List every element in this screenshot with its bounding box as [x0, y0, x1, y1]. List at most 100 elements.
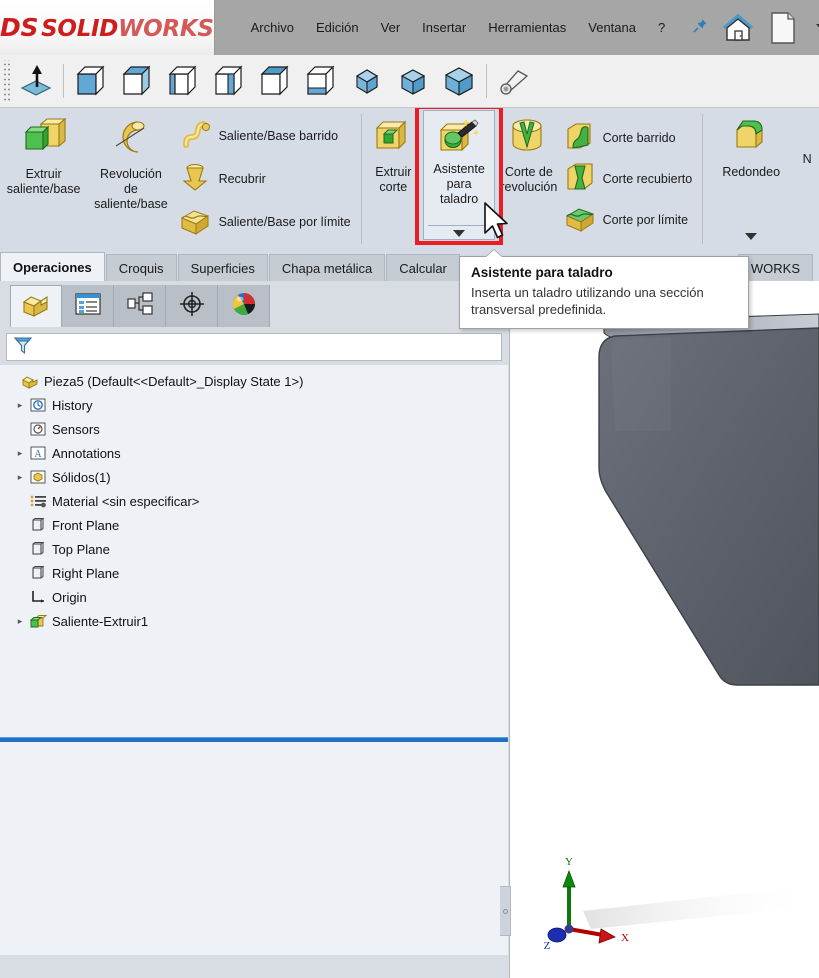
fillet-icon: [728, 116, 774, 161]
view-left-icon[interactable]: [160, 58, 206, 104]
tree-item-label: Right Plane: [52, 565, 120, 581]
tree-twisty[interactable]: ▸: [12, 616, 28, 627]
panel-splitter-handle[interactable]: [500, 886, 511, 936]
lofted-boss-button[interactable]: Recubrir: [175, 158, 357, 201]
tab-calcular[interactable]: Calcular: [386, 254, 460, 281]
tree-item-material[interactable]: Material <sin especificar>: [0, 489, 508, 513]
hole-wizard-dropdown[interactable]: [424, 227, 494, 239]
home-icon[interactable]: [718, 8, 758, 48]
tab-chapa-metalica[interactable]: Chapa metálica: [268, 254, 386, 281]
tree-twisty[interactable]: ▸: [12, 472, 28, 483]
tree-item-sensors[interactable]: Sensors: [0, 417, 508, 441]
tree-item-label: Pieza5 (Default<<Default>_Display State …: [44, 373, 304, 389]
menu-help[interactable]: ?: [657, 18, 666, 37]
fillet-label: Redondeo: [722, 165, 781, 179]
tab-configuration-manager[interactable]: [114, 285, 166, 327]
tab-operaciones-label: Operaciones: [13, 259, 92, 275]
tree-item-top-plane[interactable]: Top Plane: [0, 537, 508, 561]
revolve-boss-label: Revolución de saliente/base: [94, 167, 168, 211]
search-input[interactable]: [33, 339, 501, 355]
extrude-boss-button[interactable]: Extruir saliente/base: [0, 108, 87, 250]
view-trimetric-icon[interactable]: [390, 58, 436, 104]
hole-wizard-label-3: taladro: [439, 192, 479, 206]
tab-display-manager[interactable]: [218, 285, 270, 327]
menu-edicion[interactable]: Edición: [315, 18, 360, 37]
graphics-area[interactable]: Y X Z: [511, 281, 819, 978]
lofted-boss-icon: [178, 161, 212, 198]
tree-item-saliente-extruir1[interactable]: ▸ Saliente-Extruir1: [0, 609, 508, 633]
boundary-cut-icon: [564, 203, 596, 238]
tree-item-label: Material <sin especificar>: [52, 493, 200, 509]
tree-twisty[interactable]: ▸: [12, 400, 28, 411]
swept-cut-icon: [564, 121, 596, 156]
hole-wizard-button[interactable]: Asistente para taladro: [423, 110, 496, 240]
view-iso-icon[interactable]: [344, 58, 390, 104]
tab-croquis[interactable]: Croquis: [105, 254, 177, 281]
rollback-bar[interactable]: [0, 737, 508, 742]
normal-to-icon[interactable]: [13, 58, 59, 104]
pin-icon[interactable]: [692, 18, 708, 38]
tab-dimxpert-manager[interactable]: [166, 285, 218, 327]
menu-ventana[interactable]: Ventana: [587, 18, 637, 37]
boundary-cut-label: Corte por límite: [602, 213, 689, 227]
revolved-cut-button[interactable]: Corte de revolución: [497, 108, 560, 250]
menu-insertar[interactable]: Insertar: [421, 18, 467, 37]
title-bar: DS SOLIDWORKS Archivo Edición Ver Inserta…: [0, 0, 819, 55]
ribbon-separator-1: [360, 114, 362, 244]
boundary-cut-button[interactable]: Corte por límite: [561, 200, 699, 241]
menu-ver[interactable]: Ver: [380, 18, 402, 37]
main-menu: Archivo Edición Ver Insertar Herramienta…: [215, 0, 709, 55]
view-back-icon[interactable]: [114, 58, 160, 104]
plane-icon: [28, 517, 48, 533]
tab-addins-label: WORKS: [750, 260, 800, 276]
boundary-boss-button[interactable]: Saliente/Base por límite: [175, 201, 357, 244]
tree-item-origin[interactable]: Origin: [0, 585, 508, 609]
extruded-cut-label: Extruir corte: [375, 165, 412, 194]
tree-item-solid-bodies[interactable]: ▸ Sólidos(1): [0, 465, 508, 489]
feature-filter-bar[interactable]: [6, 333, 502, 361]
tree-item-right-plane[interactable]: Right Plane: [0, 561, 508, 585]
origin-icon: [28, 589, 48, 605]
swept-cut-button[interactable]: Corte barrido: [561, 118, 699, 159]
new-document-icon[interactable]: [766, 8, 806, 48]
fillet-button[interactable]: Redondeo: [707, 108, 795, 180]
hole-wizard-tooltip: Asistente para taladro Inserta un taladr…: [459, 250, 749, 329]
filter-icon: [13, 335, 33, 360]
logo-ds-mark: DS: [0, 13, 39, 42]
tab-property-manager[interactable]: [62, 285, 114, 327]
toolbar-drag-handle[interactable]: [2, 60, 10, 102]
tab-operaciones[interactable]: Operaciones: [0, 252, 105, 281]
tab-superficies[interactable]: Superficies: [177, 254, 268, 281]
plane-icon: [28, 541, 48, 557]
lofted-cut-label: Corte recubierto: [602, 172, 693, 186]
view-top-icon[interactable]: [252, 58, 298, 104]
swept-boss-button[interactable]: Saliente/Base barrido: [175, 115, 357, 158]
tree-item-history[interactable]: ▸ History: [0, 393, 508, 417]
fillet-dropdown[interactable]: [707, 230, 795, 250]
menu-herramientas[interactable]: Herramientas: [487, 18, 567, 37]
tab-solidworks-addins[interactable]: WORKS: [737, 254, 813, 281]
view-dimetric-icon[interactable]: [436, 58, 482, 104]
boss-small-commands: Saliente/Base barrido Recubrir Saliente/…: [175, 108, 357, 250]
view-front-icon[interactable]: [68, 58, 114, 104]
revolve-boss-button[interactable]: Revolución de saliente/base: [87, 108, 174, 250]
tree-item-label: Saliente-Extruir1: [52, 613, 149, 629]
feature-tree-icon: [19, 289, 53, 324]
section-view-icon[interactable]: [491, 58, 537, 104]
feature-manager-tab-strip: [0, 281, 509, 327]
logo-works-text: WORKS: [118, 16, 214, 42]
tree-item-label: Sensors: [52, 421, 100, 437]
tree-item-part[interactable]: Pieza5 (Default<<Default>_Display State …: [0, 369, 508, 393]
view-bottom-icon[interactable]: [298, 58, 344, 104]
lofted-cut-button[interactable]: Corte recubierto: [561, 159, 699, 200]
tree-item-annotations[interactable]: ▸ A Annotations: [0, 441, 508, 465]
tab-feature-tree[interactable]: [10, 285, 62, 327]
logo-solid-text: SOLID: [41, 16, 119, 42]
menu-archivo[interactable]: Archivo: [250, 18, 295, 37]
tab-croquis-label: Croquis: [118, 260, 164, 276]
extruded-cut-button[interactable]: Extruir corte: [366, 108, 422, 250]
tree-twisty[interactable]: ▸: [12, 448, 28, 459]
tree-item-front-plane[interactable]: Front Plane: [0, 513, 508, 537]
next-command-partial[interactable]: N: [795, 108, 819, 250]
view-right-icon[interactable]: [206, 58, 252, 104]
